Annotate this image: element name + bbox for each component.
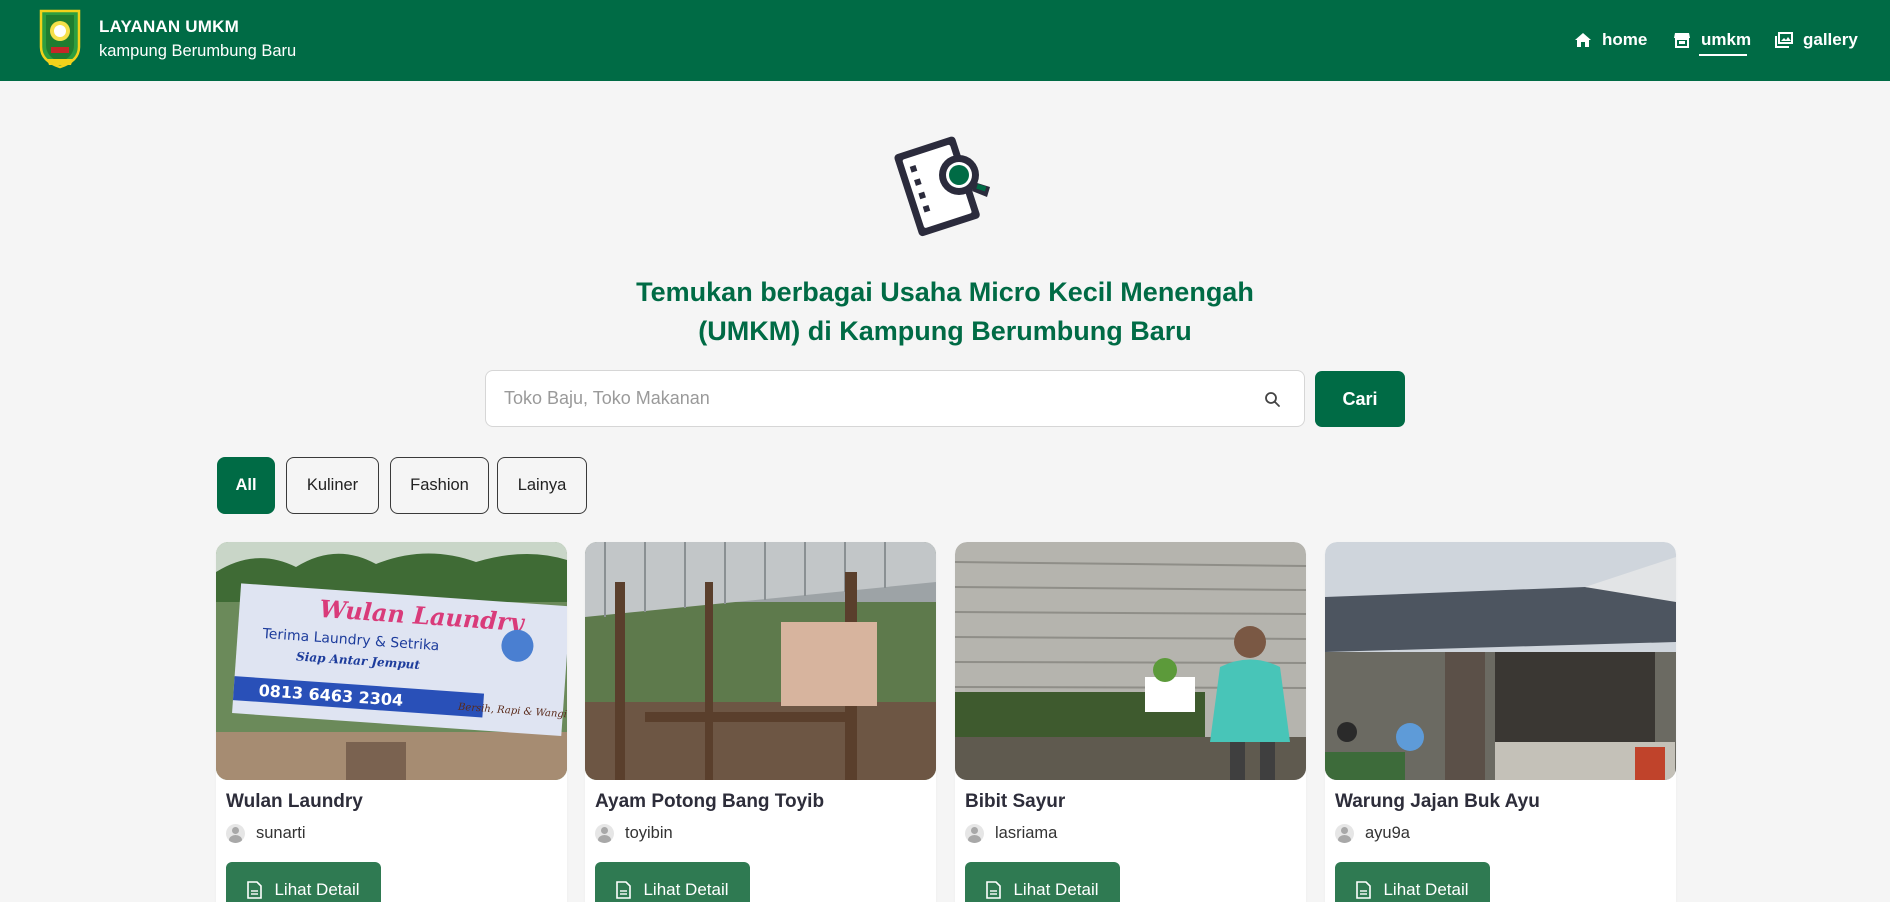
umkm-card-title: Wulan Laundry xyxy=(226,791,363,812)
file-icon xyxy=(247,881,263,899)
document-search-icon xyxy=(894,136,990,237)
avatar xyxy=(595,824,614,843)
search-input[interactable] xyxy=(504,371,1244,426)
nav-umkm-link[interactable]: umkm xyxy=(1673,28,1751,52)
avatar xyxy=(226,824,245,843)
search-box xyxy=(485,370,1305,427)
umkm-card-owner: ayu9a xyxy=(1335,824,1410,843)
lihat-detail-label: Lihat Detail xyxy=(643,880,729,899)
nav-umkm-label: umkm xyxy=(1701,30,1752,49)
brand-subtitle: kampung Berumbung Baru xyxy=(99,42,297,60)
filter-kuliner-button[interactable]: Kuliner xyxy=(286,457,379,514)
umkm-card-owner-name: lasriama xyxy=(995,824,1058,842)
umkm-card: Warung Jajan Buk Ayu ayu9a Lihat Detail xyxy=(1325,542,1676,902)
lihat-detail-label: Lihat Detail xyxy=(1013,880,1099,899)
umkm-card-owner: lasriama xyxy=(965,824,1057,843)
filter-all-button[interactable]: All xyxy=(217,457,275,514)
umkm-card-owner-name: sunarti xyxy=(256,824,306,842)
umkm-card: Bibit Sayur lasriama Lihat Detail xyxy=(955,542,1306,902)
hero-title-line1: Temukan berbagai Usaha Micro Kecil Menen… xyxy=(636,277,1254,307)
lihat-detail-button[interactable]: Lihat Detail xyxy=(965,862,1120,902)
umkm-card: Ayam Potong Bang Toyib toyibin Lihat Det… xyxy=(585,542,936,902)
umkm-card-image[interactable] xyxy=(1325,542,1676,780)
lihat-detail-label: Lihat Detail xyxy=(274,880,360,899)
lihat-detail-button[interactable]: Lihat Detail xyxy=(1335,862,1490,902)
nav-home-label: home xyxy=(1602,30,1648,49)
umkm-card-title: Warung Jajan Buk Ayu xyxy=(1335,791,1540,812)
umkm-card-image[interactable] xyxy=(585,542,936,780)
images-icon xyxy=(1775,32,1793,48)
umkm-card-title: Ayam Potong Bang Toyib xyxy=(595,791,825,812)
avatar xyxy=(1335,824,1354,843)
top-navbar: LAYANAN UMKM kampung Berumbung Baru home… xyxy=(0,0,1890,81)
hero-title: Temukan berbagai Usaha Micro Kecil Menen… xyxy=(545,273,1345,351)
store-icon xyxy=(1674,33,1690,48)
umkm-card-image[interactable] xyxy=(955,542,1306,780)
district-logo[interactable] xyxy=(37,7,83,69)
umkm-card-owner: toyibin xyxy=(595,824,673,843)
umkm-card-owner-name: toyibin xyxy=(625,824,673,842)
avatar xyxy=(965,824,984,843)
umkm-card-image[interactable]: Wulan Laundry Terima Laundry & Setrika S… xyxy=(216,542,567,780)
file-icon xyxy=(616,881,632,899)
umkm-card: Wulan Laundry Terima Laundry & Setrika S… xyxy=(216,542,567,902)
file-icon xyxy=(986,881,1002,899)
filter-fashion-button[interactable]: Fashion xyxy=(390,457,489,514)
nav-gallery-label: gallery xyxy=(1803,30,1858,49)
nav-active-indicator xyxy=(1699,54,1747,56)
brand-title: LAYANAN UMKM xyxy=(99,17,239,36)
nav-home-link[interactable]: home xyxy=(1574,28,1647,52)
umkm-card-owner: sunarti xyxy=(226,824,306,843)
lihat-detail-button[interactable]: Lihat Detail xyxy=(226,862,381,902)
hero-title-line2: (UMKM) di Kampung Berumbung Baru xyxy=(698,316,1192,346)
nav-gallery-link[interactable]: gallery xyxy=(1775,28,1858,52)
filter-lainya-button[interactable]: Lainya xyxy=(497,457,587,514)
search-icon[interactable] xyxy=(1264,391,1281,408)
home-icon xyxy=(1575,33,1591,47)
lihat-detail-button[interactable]: Lihat Detail xyxy=(595,862,750,902)
file-icon xyxy=(1356,881,1372,899)
umkm-card-title: Bibit Sayur xyxy=(965,791,1066,812)
umkm-card-owner-name: ayu9a xyxy=(1365,824,1410,842)
search-button[interactable]: Cari xyxy=(1315,371,1405,427)
lihat-detail-label: Lihat Detail xyxy=(1383,880,1469,899)
